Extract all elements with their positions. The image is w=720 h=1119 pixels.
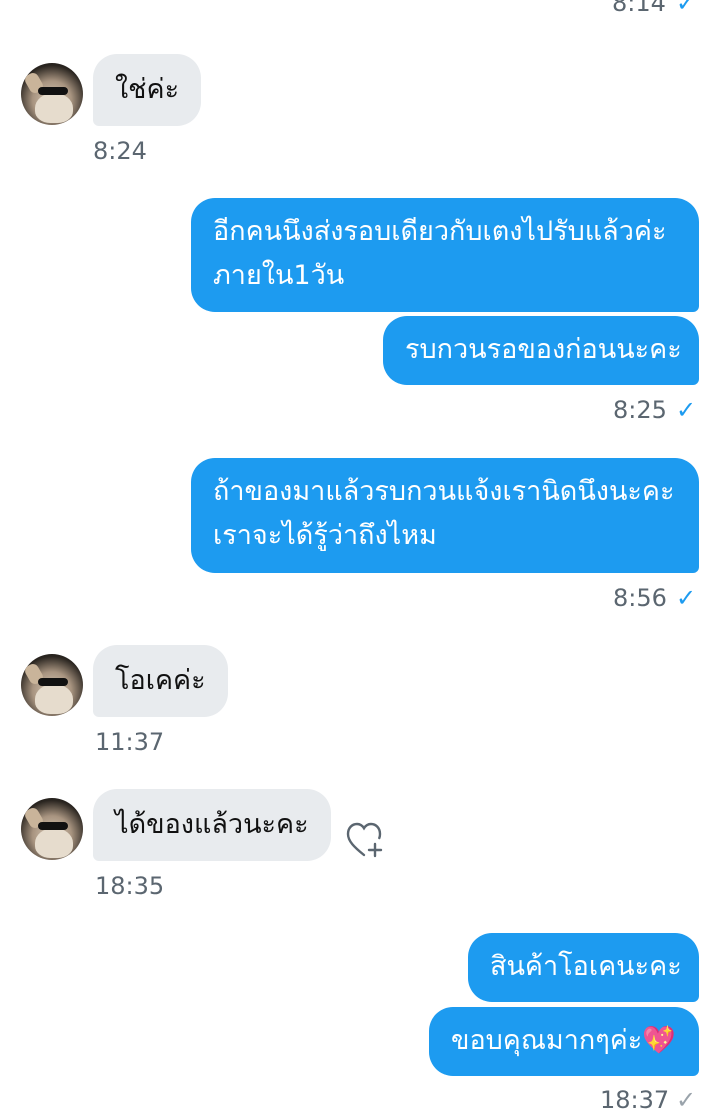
message-line: ภายใน1วัน <box>213 260 345 291</box>
timestamp: 18:37 <box>600 1086 670 1114</box>
message-bubble-incoming[interactable]: ใช่ค่ะ <box>93 54 202 126</box>
message-bubble-outgoing[interactable]: ถ้าของมาแล้วรบกวนแจ้งเรานิดนึงนะคะ เราจะ… <box>191 458 699 573</box>
avatar[interactable] <box>21 798 83 860</box>
heart-plus-icon[interactable] <box>346 822 386 860</box>
message-line: เราจะได้รู้ว่าถึงไหม <box>213 520 437 551</box>
message-bubble-outgoing[interactable]: สินค้าโอเคนะคะ <box>468 933 699 1002</box>
message-line: อีกคนนึงส่งรอบเดียวกับเตงไปรับแล้วค่ะ <box>213 216 667 247</box>
message-bubble-outgoing[interactable]: รบกวนรอของก่อนนะคะ <box>383 316 699 385</box>
avatar[interactable] <box>21 63 83 125</box>
read-check-icon: ✓ <box>676 396 697 424</box>
timestamp: 8:25 <box>613 396 667 424</box>
read-check-icon: ✓ <box>676 584 697 612</box>
avatar[interactable] <box>21 654 83 716</box>
timestamp: 11:37 <box>95 728 165 756</box>
timestamp: 8:24 <box>93 137 147 165</box>
sent-check-icon: ✓ <box>676 1086 697 1114</box>
message-bubble-incoming[interactable]: ได้ของแล้วนะคะ <box>93 789 331 861</box>
timestamp: 18:35 <box>95 872 165 900</box>
message-line: ถ้าของมาแล้วรบกวนแจ้งเรานิดนึงนะคะ <box>213 476 675 507</box>
message-bubble-outgoing[interactable]: อีกคนนึงส่งรอบเดียวกับเตงไปรับแล้วค่ะ ภา… <box>191 198 699 312</box>
timestamp: 8:14 <box>612 0 666 17</box>
message-bubble-incoming[interactable]: โอเคค่ะ <box>93 645 228 717</box>
read-check-icon: ✓ <box>676 0 697 17</box>
timestamp: 8:56 <box>613 584 667 612</box>
message-bubble-outgoing[interactable]: ขอบคุณมากๆค่ะ💖 <box>429 1007 699 1076</box>
